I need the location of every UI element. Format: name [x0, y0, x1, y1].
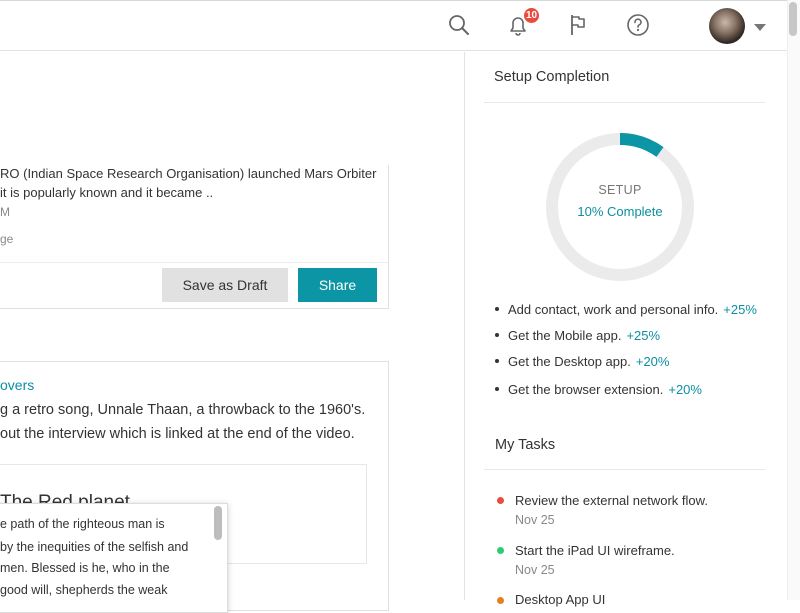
chevron-down-icon[interactable]: [754, 24, 766, 31]
post-body-line: g a retro song, Unnale Thaan, a throwbac…: [0, 402, 366, 418]
post-text-line: RO (Indian Space Research Organisation) …: [0, 166, 377, 181]
help-icon[interactable]: [623, 10, 653, 40]
setup-item[interactable]: Add contact, work and personal info. +25%: [495, 302, 757, 317]
divider: [484, 102, 765, 103]
post-time: M: [0, 205, 10, 219]
setup-item[interactable]: Get the Desktop app. +20%: [495, 354, 669, 369]
setup-percent-complete: 10% Complete: [577, 204, 663, 219]
setup-label: SETUP: [598, 183, 642, 197]
bullet-icon: [495, 332, 499, 337]
popup-text-line: men. Blessed is he, who in the: [0, 561, 170, 575]
task-status-dot: [497, 547, 504, 554]
setup-item[interactable]: Get the browser extension. +20%: [495, 382, 702, 397]
post-body-line: out the interview which is linked at the…: [0, 426, 355, 442]
avatar[interactable]: [709, 8, 745, 44]
save-as-draft-button[interactable]: Save as Draft: [162, 268, 288, 302]
page-scrollbar-thumb[interactable]: [789, 2, 797, 36]
share-button[interactable]: Share: [298, 268, 377, 302]
divider: [484, 469, 765, 470]
task-status-dot: [497, 597, 504, 604]
bullet-icon: [495, 386, 499, 391]
task-title[interactable]: Start the iPad UI wireframe.: [515, 543, 675, 558]
popup-text-line: by the inequities of the selfish and: [0, 540, 189, 554]
post-meta: ge: [0, 232, 14, 246]
task-status-dot: [497, 497, 504, 504]
page-scrollbar-track[interactable]: [787, 0, 800, 600]
top-bar: [0, 0, 800, 51]
card-footer-divider: [0, 262, 389, 263]
popup-text-line: good will, shepherds the weak: [0, 583, 168, 597]
setup-heading: Setup Completion: [494, 69, 610, 85]
post-author-link[interactable]: overs: [0, 377, 34, 393]
search-icon[interactable]: [444, 10, 474, 40]
flag-icon[interactable]: [563, 10, 593, 40]
popup-text-line: e path of the righteous man is: [0, 517, 165, 531]
tasks-heading: My Tasks: [495, 437, 556, 453]
task-date: Nov 25: [515, 513, 555, 527]
bullet-icon: [495, 358, 499, 363]
post-text-line: it is popularly known and it became ..: [0, 185, 214, 200]
task-date: Nov 25: [515, 563, 555, 577]
notification-badge: 10: [522, 6, 541, 25]
task-title[interactable]: Review the external network flow.: [515, 493, 708, 508]
setup-item[interactable]: Get the Mobile app. +25%: [495, 328, 660, 343]
bullet-icon: [495, 306, 499, 311]
popup-scrollbar[interactable]: [214, 506, 222, 540]
